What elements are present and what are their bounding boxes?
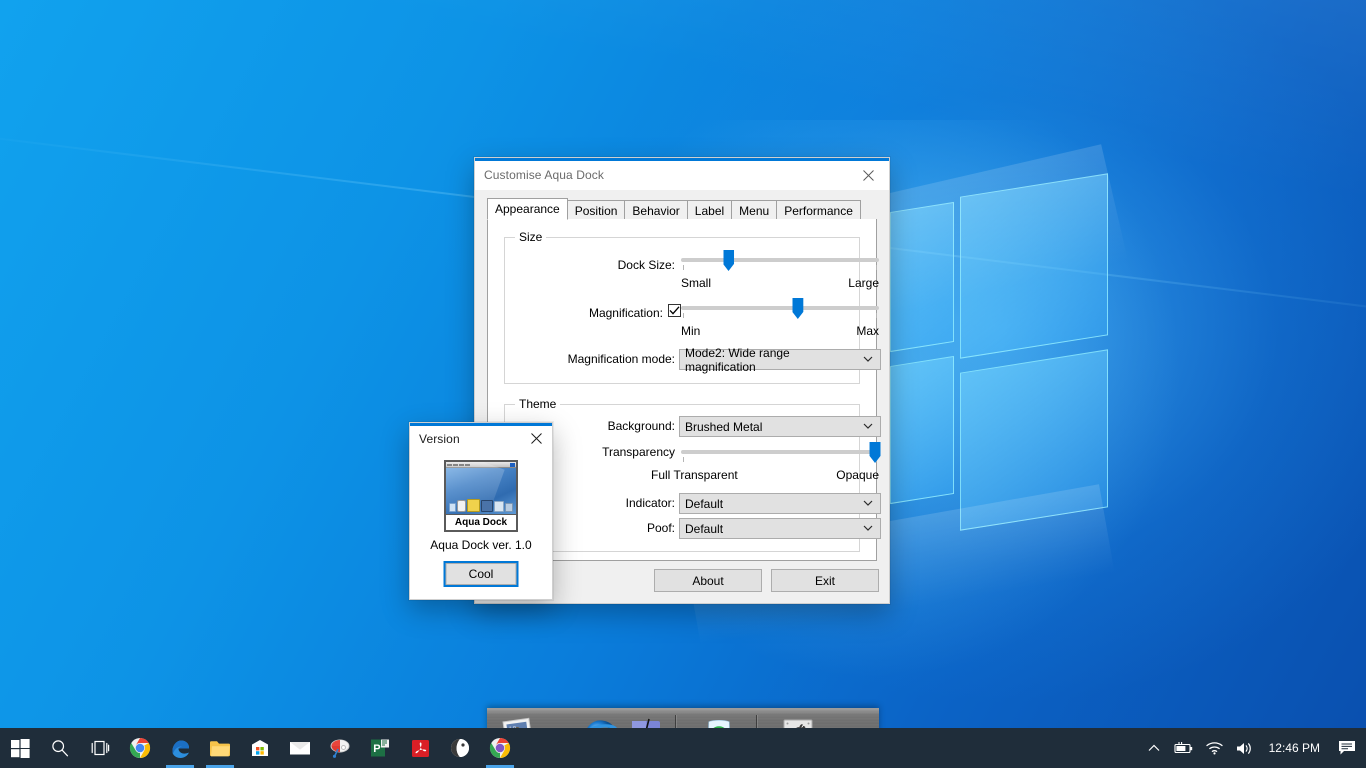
tab-appearance[interactable]: Appearance xyxy=(487,198,568,220)
dock-size-slider-thumb[interactable] xyxy=(723,250,734,271)
version-window-title: Version xyxy=(419,432,460,446)
adobe-reader-icon[interactable] xyxy=(400,728,440,768)
dock-size-range-labels: Small Large xyxy=(681,276,879,290)
chevron-down-icon xyxy=(863,355,876,365)
splash-screenshot xyxy=(446,462,516,514)
transparency-slider-thumb[interactable] xyxy=(870,442,881,463)
magnification-slider-thumb[interactable] xyxy=(792,298,803,319)
edge-icon[interactable] xyxy=(160,728,200,768)
exit-button[interactable]: Exit xyxy=(771,569,879,592)
version-text: Aqua Dock ver. 1.0 xyxy=(410,538,552,552)
magnification-min-label: Min xyxy=(681,324,700,338)
close-icon[interactable] xyxy=(847,161,889,190)
transparency-label: Transparency xyxy=(545,445,675,459)
battery-icon[interactable] xyxy=(1166,728,1200,768)
dock-size-tick-max xyxy=(876,265,877,270)
search-icon[interactable] xyxy=(40,728,80,768)
desktop: Customise Aqua Dock Appearance Position … xyxy=(0,0,1366,768)
chrome-icon[interactable] xyxy=(120,728,160,768)
transparency-tick-min xyxy=(683,457,684,462)
main-titlebar[interactable]: Customise Aqua Dock xyxy=(475,161,889,190)
dock-size-slider-track xyxy=(681,258,879,262)
splash-dock-icons xyxy=(449,497,513,512)
magnification-mode-value: Mode2: Wide range magnification xyxy=(685,346,863,374)
tab-position[interactable]: Position xyxy=(567,200,626,220)
microsoft-store-icon[interactable] xyxy=(240,728,280,768)
magnification-slider-track xyxy=(681,306,879,310)
task-view-icon[interactable] xyxy=(80,728,120,768)
magnification-mode-label: Magnification mode: xyxy=(510,352,675,366)
poof-label: Poof: xyxy=(585,521,675,535)
transparency-slider[interactable] xyxy=(681,442,879,462)
dock-size-min-label: Small xyxy=(681,276,711,290)
tabstrip: Appearance Position Behavior Label Menu … xyxy=(487,199,877,220)
chevron-down-icon xyxy=(863,422,876,432)
main-window-title: Customise Aqua Dock xyxy=(484,168,604,182)
paint-icon[interactable] xyxy=(320,728,360,768)
chevron-down-icon xyxy=(863,499,876,509)
version-window: Version xyxy=(409,422,553,600)
magnification-range-labels: Min Max xyxy=(681,324,879,338)
taskbar-pinned-items: P xyxy=(0,728,520,768)
taskbar: P xyxy=(0,728,1366,768)
svg-text:P: P xyxy=(373,743,380,755)
start-button[interactable] xyxy=(0,728,40,768)
cool-button[interactable]: Cool xyxy=(446,563,517,585)
transparency-range-labels: Full Transparent Opaque xyxy=(651,468,879,482)
volume-icon[interactable] xyxy=(1229,728,1259,768)
size-group-legend: Size xyxy=(515,230,546,244)
indicator-select[interactable]: Default xyxy=(679,493,881,514)
logo-pane-2 xyxy=(960,173,1108,358)
transparency-slider-track xyxy=(681,450,879,454)
magnification-max-label: Max xyxy=(856,324,879,338)
logo-pane-3 xyxy=(890,356,954,504)
show-hidden-icons-chevron-icon[interactable] xyxy=(1142,728,1166,768)
file-explorer-icon[interactable] xyxy=(200,728,240,768)
background-select[interactable]: Brushed Metal xyxy=(679,416,881,437)
network-wifi-icon[interactable] xyxy=(1200,728,1229,768)
magnification-tick-min xyxy=(683,313,684,318)
dock-size-max-label: Large xyxy=(848,276,879,290)
tab-behavior[interactable]: Behavior xyxy=(624,200,687,220)
dock-size-slider[interactable] xyxy=(681,250,879,270)
close-icon[interactable] xyxy=(520,426,552,452)
logo-pane-4 xyxy=(960,349,1108,530)
size-group: Size Dock Size: Small Large Magnificatio… xyxy=(504,237,860,384)
theme-group-legend: Theme xyxy=(515,397,560,411)
indicator-value: Default xyxy=(685,497,723,511)
chrome-canary-icon[interactable] xyxy=(480,728,520,768)
dock-size-tick-min xyxy=(683,265,684,270)
background-label: Background: xyxy=(553,419,675,433)
aqua-dock-splash-image: Aqua Dock xyxy=(444,460,518,532)
magnification-mode-select[interactable]: Mode2: Wide range magnification xyxy=(679,349,881,370)
tab-performance[interactable]: Performance xyxy=(776,200,861,220)
splash-caption: Aqua Dock xyxy=(446,514,516,530)
tab-menu[interactable]: Menu xyxy=(731,200,777,220)
indicator-label: Indicator: xyxy=(565,496,675,510)
transparency-min-label: Full Transparent xyxy=(651,468,738,482)
windows-logo-wallpaper xyxy=(890,185,1190,555)
magnification-checkbox[interactable] xyxy=(668,304,681,317)
powerpoint-icon[interactable]: P xyxy=(360,728,400,768)
system-tray: 12:46 PM xyxy=(1142,728,1366,768)
logo-pane-1 xyxy=(890,202,954,352)
poof-select[interactable]: Default xyxy=(679,518,881,539)
theme-group: Theme Background: Brushed Metal Transpar… xyxy=(504,404,860,552)
action-center-icon[interactable] xyxy=(1330,728,1364,768)
chevron-down-icon xyxy=(863,524,876,534)
magnification-label: Magnification: xyxy=(545,306,663,320)
poof-value: Default xyxy=(685,522,723,536)
mail-icon[interactable] xyxy=(280,728,320,768)
version-titlebar[interactable]: Version xyxy=(410,426,552,452)
magnification-tick-max xyxy=(876,313,877,318)
version-window-body: Aqua Dock Aqua Dock ver. 1.0 Cool xyxy=(410,452,552,599)
dock-size-label: Dock Size: xyxy=(565,258,675,272)
magnification-slider[interactable] xyxy=(681,298,879,318)
taskbar-clock[interactable]: 12:46 PM xyxy=(1259,728,1330,768)
about-button[interactable]: About xyxy=(654,569,762,592)
photos-icon[interactable] xyxy=(440,728,480,768)
tab-label[interactable]: Label xyxy=(687,200,732,220)
transparency-max-label: Opaque xyxy=(836,468,879,482)
background-value: Brushed Metal xyxy=(685,420,762,434)
